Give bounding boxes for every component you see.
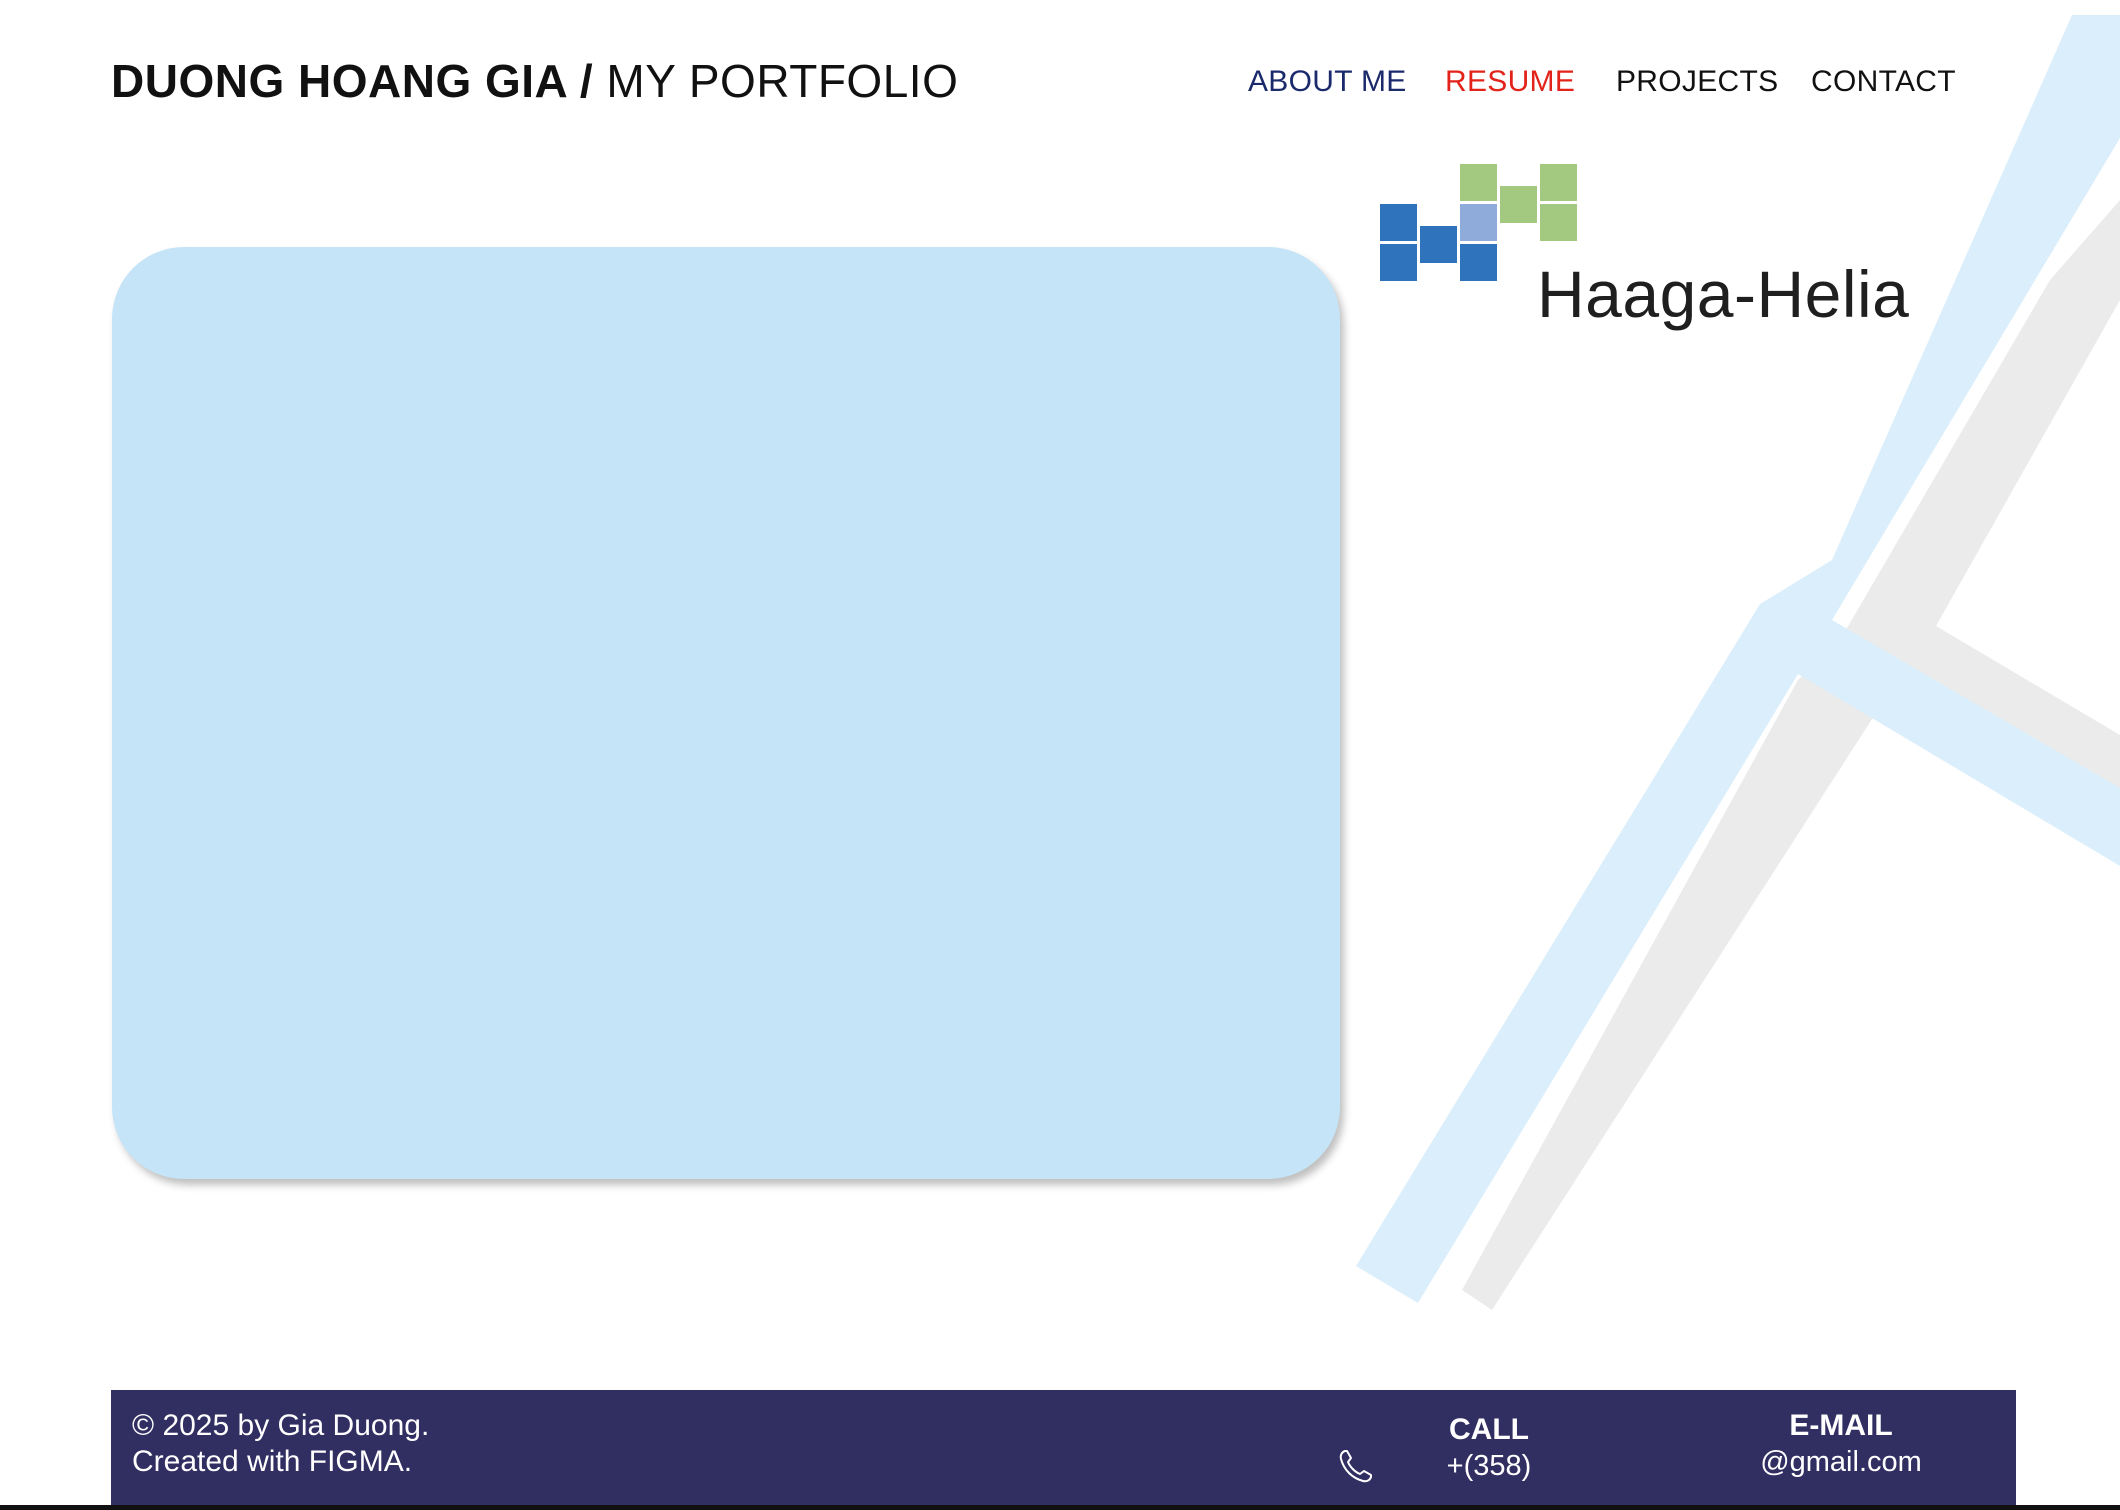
deco-gray-stripe [1462, 200, 2120, 1310]
footer: © 2025 by Gia Duong. Created with FIGMA.… [111, 1390, 2016, 1510]
call-label: CALL [1449, 1413, 1529, 1446]
email-address: @gmail.com [1760, 1446, 1922, 1478]
copyright: © 2025 by Gia Duong. Created with FIGMA. [132, 1408, 429, 1480]
bottom-border [0, 1505, 2120, 1510]
call-contact[interactable]: CALL +(358) [1429, 1412, 1549, 1484]
phone-icon[interactable] [1336, 1446, 1376, 1486]
nav-resume[interactable]: RESUME [1445, 62, 1575, 102]
photo-placeholder [112, 247, 1340, 1179]
email-contact[interactable]: E-MAIL @gmail.com [1731, 1408, 1951, 1480]
email-label: E-MAIL [1789, 1409, 1893, 1442]
copyright-line-1: © 2025 by Gia Duong. [132, 1409, 430, 1442]
nav-projects[interactable]: PROJECTS [1616, 62, 1778, 102]
owner-name: DUONG HOANG GIA / [111, 55, 594, 107]
site-title[interactable]: DUONG HOANG GIA / MY PORTFOLIO [111, 52, 958, 110]
nav-contact[interactable]: CONTACT [1811, 62, 1956, 102]
logo-text: Haaga-Helia [1537, 257, 1910, 331]
haaga-helia-logo: Haaga-Helia [1380, 164, 1909, 334]
portfolio-subtitle: MY PORTFOLIO [606, 55, 959, 107]
call-number: +(358) [1446, 1450, 1532, 1482]
copyright-line-2: Created with FIGMA. [132, 1445, 413, 1478]
nav-about-me[interactable]: ABOUT ME [1248, 62, 1407, 102]
